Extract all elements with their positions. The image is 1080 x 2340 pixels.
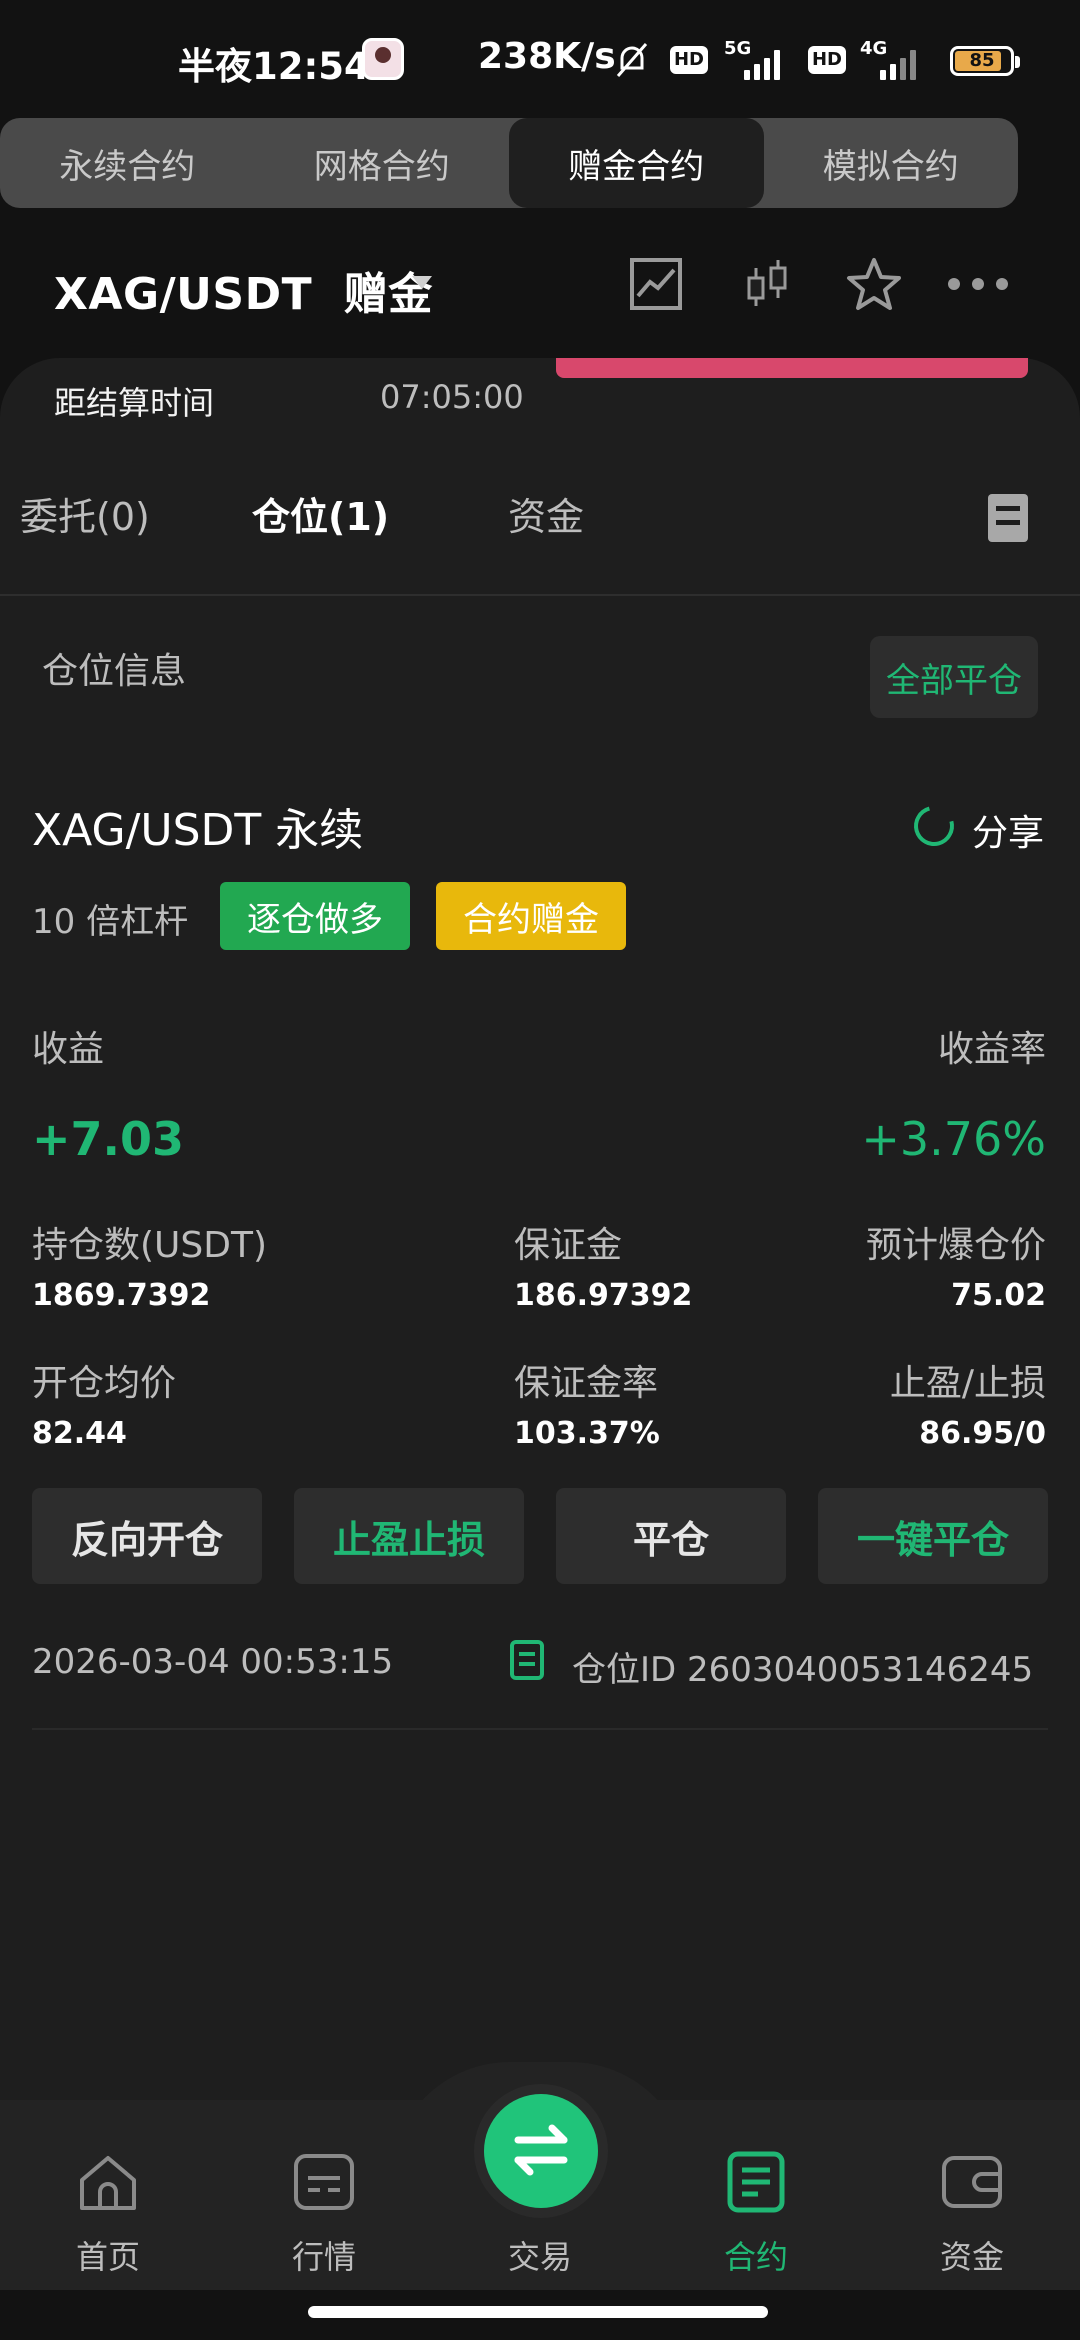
- battery-icon: 85: [950, 46, 1020, 76]
- tab-demo[interactable]: 模拟合约: [764, 118, 1019, 208]
- margin-label: 保证金: [514, 1225, 623, 1266]
- nav-contract[interactable]: 合约: [686, 2140, 826, 2280]
- wallet-icon: [942, 2156, 1002, 2208]
- more-icon[interactable]: [944, 254, 1012, 314]
- margin-rate-label: 保证金率: [514, 1363, 659, 1404]
- nav-funds[interactable]: 资金: [902, 2140, 1042, 2280]
- bonus-badge: 合约赠金: [436, 882, 626, 950]
- signal-icon: [724, 38, 784, 82]
- price-change-bar: [556, 358, 1028, 378]
- trade-button[interactable]: [484, 2094, 598, 2208]
- pnl-label: 收益: [32, 1029, 105, 1070]
- pnl-rate-value: +3.76%: [861, 1112, 1046, 1166]
- mute-bell-icon: [616, 43, 648, 77]
- position-pair: XAG/USDT 永续: [32, 805, 364, 856]
- close-all-button[interactable]: 全部平仓: [870, 636, 1038, 718]
- tab-perpetual[interactable]: 永续合约: [0, 118, 255, 208]
- copy-id-icon[interactable]: [510, 1640, 544, 1680]
- position-sub-tabs: 委托(0) 仓位(1) 资金: [0, 486, 1080, 556]
- nav-home[interactable]: 首页: [38, 2140, 178, 2280]
- tab-funds[interactable]: 资金: [508, 486, 584, 541]
- tpsl-button[interactable]: 止盈止损: [294, 1488, 524, 1584]
- status-icons: HD 5G HD 4G 85: [612, 38, 1022, 82]
- side-badge: 逐仓做多: [220, 882, 410, 950]
- tpsl-value: 86.95/0: [919, 1416, 1046, 1451]
- nav-contract-label: 合约: [723, 2238, 788, 2276]
- nav-trade-label[interactable]: 交易: [470, 2232, 610, 2278]
- nav-market[interactable]: 行情: [254, 2140, 394, 2280]
- app-screen: 半夜12:54 238K/s HD 5G HD 4G 85 永续合约 网格合约 …: [0, 0, 1080, 2340]
- position-id: 仓位ID 2603040053146245: [572, 1650, 1034, 1690]
- home-icon: [80, 2156, 136, 2210]
- star-icon[interactable]: [844, 254, 904, 314]
- reverse-position-button[interactable]: 反向开仓: [32, 1488, 262, 1584]
- network-speed: 238K/s: [478, 36, 616, 77]
- pair-header: XAG/USDT 赠金: [0, 240, 1080, 330]
- tab-orders[interactable]: 委托(0): [20, 486, 150, 541]
- settlement-countdown: 07:05:00: [380, 378, 524, 416]
- hd-badge-2: HD: [808, 46, 846, 74]
- divider: [32, 1728, 1048, 1730]
- settlement-label: 距结算时间: [54, 384, 215, 422]
- market-icon: [294, 2154, 354, 2210]
- tab-grid[interactable]: 网格合约: [255, 118, 510, 208]
- status-time: 半夜12:54: [178, 45, 370, 88]
- size-value: 1869.7392: [32, 1278, 211, 1313]
- close-position-button[interactable]: 平仓: [556, 1488, 786, 1584]
- tab-positions[interactable]: 仓位(1): [252, 486, 389, 541]
- margin-value: 186.97392: [514, 1278, 693, 1313]
- status-bar: 半夜12:54 238K/s HD 5G HD 4G 85: [0, 0, 1080, 120]
- battery-level: 85: [969, 50, 995, 71]
- share-button[interactable]: 分享: [972, 804, 1044, 856]
- leverage-label: 10 倍杠杆: [32, 902, 189, 942]
- pnl-rate-label: 收益率: [937, 1029, 1046, 1070]
- open-time: 2026-03-04 00:53:15: [32, 1642, 394, 1682]
- avatar-icon: [362, 38, 404, 80]
- nav-funds-label: 资金: [939, 2238, 1004, 2276]
- divider: [0, 594, 1080, 596]
- size-label: 持仓数(USDT): [32, 1225, 268, 1266]
- contract-type-tabs: 永续合约 网格合约 赠金合约 模拟合约: [0, 118, 1018, 208]
- margin-rate-value: 103.37%: [514, 1416, 660, 1451]
- contract-icon: [727, 2151, 785, 2213]
- tpsl-label: 止盈/止损: [889, 1363, 1046, 1404]
- candlestick-icon[interactable]: [738, 254, 798, 314]
- document-icon[interactable]: [988, 494, 1028, 542]
- chevron-down-icon[interactable]: [412, 276, 432, 289]
- liquidation-label: 预计爆仓价: [865, 1225, 1046, 1266]
- nav-home-label: 首页: [75, 2238, 140, 2276]
- hd-badge: HD: [670, 46, 708, 74]
- chart-icon[interactable]: [626, 254, 686, 314]
- home-indicator[interactable]: [308, 2306, 768, 2318]
- quick-close-button[interactable]: 一键平仓: [818, 1488, 1048, 1584]
- pair-selector[interactable]: XAG/USDT 赠金: [54, 258, 433, 322]
- nav-market-label: 行情: [291, 2238, 356, 2276]
- position-info-label: 仓位信息: [42, 651, 187, 692]
- entry-value: 82.44: [32, 1416, 127, 1451]
- tab-bonus[interactable]: 赠金合约: [509, 118, 764, 208]
- entry-label: 开仓均价: [32, 1363, 177, 1404]
- pnl-value: +7.03: [32, 1112, 185, 1166]
- signal-icon-2: [860, 38, 920, 82]
- liquidation-value: 75.02: [951, 1278, 1046, 1313]
- swap-icon: [514, 2124, 568, 2176]
